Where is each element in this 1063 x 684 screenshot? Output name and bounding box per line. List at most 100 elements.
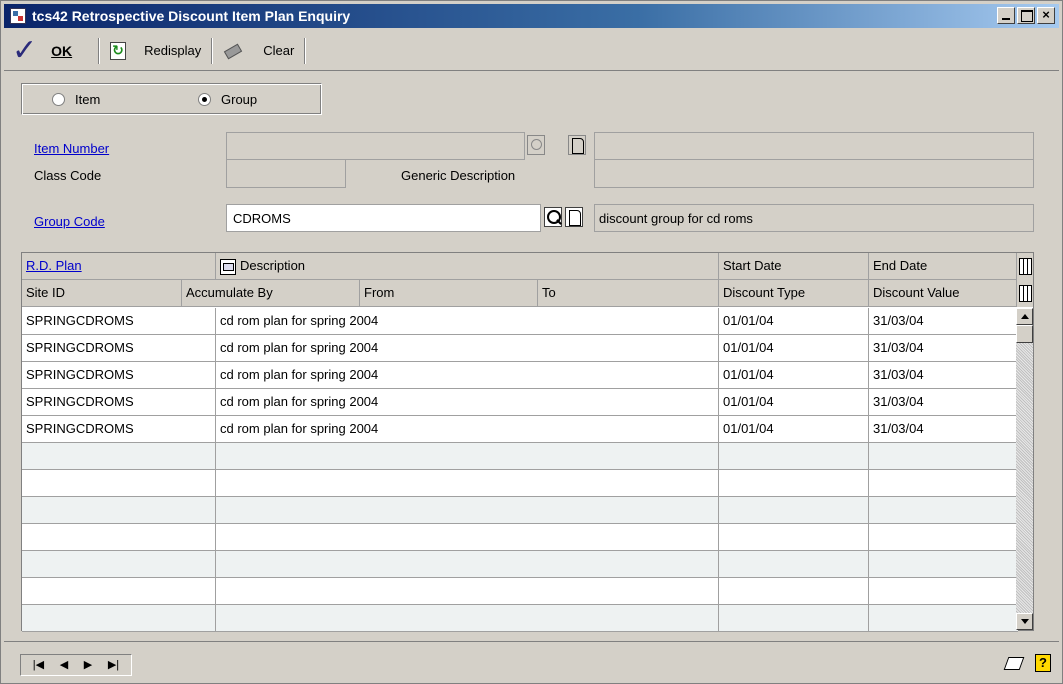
- note-icon[interactable]: [1003, 655, 1025, 671]
- description-cell[interactable]: cd rom plan for spring 2004: [216, 308, 719, 335]
- table-row[interactable]: [22, 497, 1018, 524]
- rd-plan-cell[interactable]: SPRINGCDROMS: [22, 335, 216, 362]
- site-id-column-header[interactable]: Site ID: [22, 280, 182, 307]
- end-date-cell[interactable]: [869, 470, 1018, 497]
- table-row[interactable]: SPRINGCDROMS cd rom plan for spring 2004 0…: [22, 335, 1018, 362]
- discount-value-column-header[interactable]: Discount Value: [869, 280, 1018, 307]
- table-row[interactable]: SPRINGCDROMS cd rom plan for spring 2004 0…: [22, 308, 1018, 335]
- rd-plan-cell[interactable]: SPRINGCDROMS: [22, 416, 216, 443]
- start-date-cell[interactable]: 01/01/04: [719, 335, 869, 362]
- grid-vertical-scrollbar[interactable]: [1016, 308, 1033, 630]
- redisplay-button[interactable]: Redisplay: [104, 34, 207, 68]
- maximize-button[interactable]: [1017, 7, 1035, 24]
- last-record-button[interactable]: ▶|: [108, 658, 119, 672]
- start-date-cell[interactable]: 01/01/04: [719, 389, 869, 416]
- rd-plan-cell[interactable]: [22, 524, 216, 551]
- rd-plan-cell[interactable]: SPRINGCDROMS: [22, 362, 216, 389]
- group-code-input[interactable]: CDROMS: [226, 204, 541, 232]
- item-radio-circle[interactable]: [52, 93, 65, 106]
- rd-plan-cell[interactable]: [22, 551, 216, 578]
- table-row[interactable]: [22, 551, 1018, 578]
- start-date-cell[interactable]: 01/01/04: [719, 362, 869, 389]
- table-row[interactable]: [22, 578, 1018, 605]
- end-date-cell[interactable]: [869, 497, 1018, 524]
- end-date-column-header[interactable]: End Date: [869, 253, 1018, 280]
- description-cell[interactable]: cd rom plan for spring 2004: [216, 362, 719, 389]
- previous-record-button[interactable]: ◀: [60, 658, 68, 672]
- description-cell[interactable]: [216, 524, 719, 551]
- rd-plan-cell[interactable]: SPRINGCDROMS: [22, 308, 216, 335]
- group-document-icon[interactable]: [565, 207, 583, 227]
- scroll-up-button[interactable]: [1016, 308, 1033, 325]
- table-row[interactable]: [22, 605, 1018, 632]
- table-row[interactable]: SPRINGCDROMS cd rom plan for spring 2004 0…: [22, 389, 1018, 416]
- end-date-cell[interactable]: 31/03/04: [869, 389, 1018, 416]
- column-chooser-icon[interactable]: [1016, 280, 1033, 307]
- discount-type-column-header[interactable]: Discount Type: [719, 280, 869, 307]
- item-radio[interactable]: Item: [52, 92, 100, 107]
- description-cell[interactable]: [216, 497, 719, 524]
- end-date-cell[interactable]: 31/03/04: [869, 308, 1018, 335]
- end-date-cell[interactable]: [869, 551, 1018, 578]
- scroll-down-button[interactable]: [1016, 613, 1033, 630]
- description-cell[interactable]: cd rom plan for spring 2004: [216, 416, 719, 443]
- table-row[interactable]: SPRINGCDROMS cd rom plan for spring 2004 0…: [22, 416, 1018, 443]
- start-date-cell[interactable]: [719, 470, 869, 497]
- end-date-cell[interactable]: [869, 578, 1018, 605]
- scroll-thumb[interactable]: [1016, 325, 1033, 343]
- rd-plan-cell[interactable]: [22, 470, 216, 497]
- end-date-cell[interactable]: 31/03/04: [869, 362, 1018, 389]
- minimize-button[interactable]: [997, 7, 1015, 24]
- description-cell[interactable]: [216, 551, 719, 578]
- description-cell[interactable]: [216, 578, 719, 605]
- table-row[interactable]: [22, 524, 1018, 551]
- rd-plan-cell[interactable]: [22, 497, 216, 524]
- end-date-cell[interactable]: [869, 443, 1018, 470]
- description-cell[interactable]: cd rom plan for spring 2004: [216, 335, 719, 362]
- rd-plan-cell[interactable]: [22, 443, 216, 470]
- start-date-cell[interactable]: [719, 497, 869, 524]
- start-date-cell[interactable]: 01/01/04: [719, 308, 869, 335]
- rd-plan-cell[interactable]: [22, 578, 216, 605]
- column-chooser-icon[interactable]: [1016, 253, 1033, 280]
- group-radio-circle[interactable]: [198, 93, 211, 106]
- start-date-cell[interactable]: [719, 443, 869, 470]
- item-number-field[interactable]: [226, 132, 525, 160]
- help-icon[interactable]: ?: [1035, 654, 1051, 672]
- table-row[interactable]: [22, 443, 1018, 470]
- next-record-button[interactable]: ▶: [84, 658, 92, 672]
- rd-plan-column-header[interactable]: R.D. Plan: [22, 253, 216, 280]
- start-date-cell[interactable]: [719, 551, 869, 578]
- ok-button[interactable]: ✓ OK: [4, 34, 94, 68]
- to-column-header[interactable]: To: [538, 280, 719, 307]
- group-radio[interactable]: Group: [198, 92, 257, 107]
- item-document-icon[interactable]: [568, 135, 586, 155]
- group-lookup-icon[interactable]: [544, 207, 562, 227]
- start-date-cell[interactable]: [719, 578, 869, 605]
- start-date-column-header[interactable]: Start Date: [719, 253, 869, 280]
- item-lookup-icon[interactable]: [527, 135, 545, 155]
- accumulate-by-column-header[interactable]: Accumulate By: [182, 280, 360, 307]
- description-cell[interactable]: [216, 605, 719, 632]
- close-button[interactable]: ×: [1037, 7, 1055, 24]
- table-row[interactable]: [22, 470, 1018, 497]
- end-date-cell[interactable]: [869, 605, 1018, 632]
- description-cell[interactable]: [216, 470, 719, 497]
- first-record-button[interactable]: |◀: [33, 658, 44, 672]
- window-app-icon[interactable]: [10, 8, 26, 24]
- expand-description-icon[interactable]: [220, 258, 236, 275]
- clear-button[interactable]: Clear: [217, 34, 300, 68]
- group-code-label[interactable]: Group Code: [34, 214, 105, 229]
- title-bar[interactable]: tcs42 Retrospective Discount Item Plan E…: [4, 4, 1059, 28]
- rd-plan-cell[interactable]: SPRINGCDROMS: [22, 389, 216, 416]
- start-date-cell[interactable]: 01/01/04: [719, 416, 869, 443]
- end-date-cell[interactable]: [869, 524, 1018, 551]
- description-column-header[interactable]: Description: [216, 253, 719, 280]
- end-date-cell[interactable]: 31/03/04: [869, 335, 1018, 362]
- table-row[interactable]: SPRINGCDROMS cd rom plan for spring 2004 0…: [22, 362, 1018, 389]
- end-date-cell[interactable]: 31/03/04: [869, 416, 1018, 443]
- start-date-cell[interactable]: [719, 524, 869, 551]
- from-column-header[interactable]: From: [360, 280, 538, 307]
- start-date-cell[interactable]: [719, 605, 869, 632]
- description-cell[interactable]: [216, 443, 719, 470]
